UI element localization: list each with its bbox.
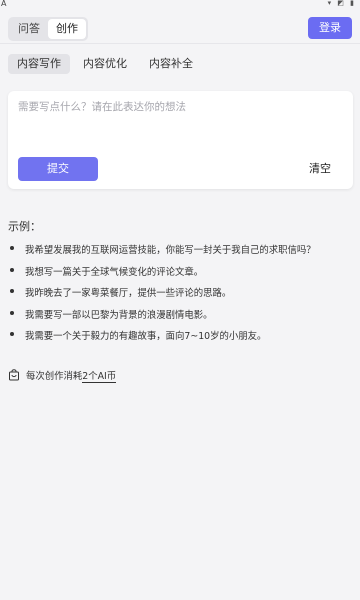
mode-switch: 问答 创作 [8, 17, 88, 41]
prompt-input[interactable] [18, 99, 342, 149]
cost-prefix: 每次创作消耗 [26, 371, 83, 382]
example-item[interactable]: 我需要写一部以巴黎为背景的浪漫剧情电影。 [8, 307, 348, 329]
example-text: 我需要一个关于毅力的有趣故事，面向7~10岁的小朋友。 [25, 331, 267, 342]
example-item[interactable]: 我想写一篇关于全球气候变化的评论文章。 [8, 264, 348, 286]
top-bar: 问答 创作 登录 [0, 8, 360, 44]
cost-info: 每次创作消耗 2个AI币 [8, 368, 117, 383]
examples-title: 示例： [8, 220, 41, 233]
subtab-content-complete[interactable]: 内容补全 [140, 54, 202, 74]
example-item[interactable]: 我昨晚去了一家粤菜餐厅，提供一些评论的思路。 [8, 285, 348, 307]
bullet-icon [10, 267, 14, 272]
status-bar: A ▾ ◩ ▮ [0, 0, 360, 8]
example-item[interactable]: 我希望发展我的互联网运营技能，你能写一封关于我自己的求职信吗？ [8, 242, 348, 264]
cost-amount: 2个AI币 [82, 368, 117, 383]
bullet-icon [10, 332, 14, 336]
subtab-content-writing[interactable]: 内容写作 [8, 54, 70, 74]
submit-button[interactable]: 提交 [18, 157, 98, 181]
shopping-bag-icon [9, 369, 19, 381]
mode-tab-create[interactable]: 创作 [48, 19, 86, 39]
example-text: 我需要写一部以巴黎为背景的浪漫剧情电影。 [25, 309, 213, 321]
status-icons: ▾ ◩ ▮ [327, 0, 356, 7]
mode-tab-qa[interactable]: 问答 [10, 19, 48, 39]
example-item[interactable]: 我需要一个关于毅力的有趣故事，面向7~10岁的小朋友。 [8, 328, 348, 350]
example-text: 我想写一篇关于全球气候变化的评论文章。 [25, 266, 204, 278]
examples-list: 我希望发展我的互联网运营技能，你能写一封关于我自己的求职信吗？ 我想写一篇关于全… [8, 242, 348, 350]
bullet-icon [10, 289, 14, 293]
subtab-bar: 内容写作 内容优化 内容补全 [8, 54, 202, 74]
input-card: 提交 清空 [8, 91, 353, 189]
example-text: 我希望发展我的互联网运营技能，你能写一封关于我自己的求职信吗？ [25, 245, 316, 256]
example-text: 我昨晚去了一家粤菜餐厅，提供一些评论的思路。 [25, 288, 232, 299]
bullet-icon [10, 310, 14, 315]
bullet-icon [10, 246, 14, 250]
subtab-content-optimize[interactable]: 内容优化 [74, 54, 136, 74]
status-bar-glyph: A [1, 0, 7, 8]
clear-button[interactable]: 清空 [309, 157, 331, 181]
login-button[interactable]: 登录 [308, 17, 352, 39]
